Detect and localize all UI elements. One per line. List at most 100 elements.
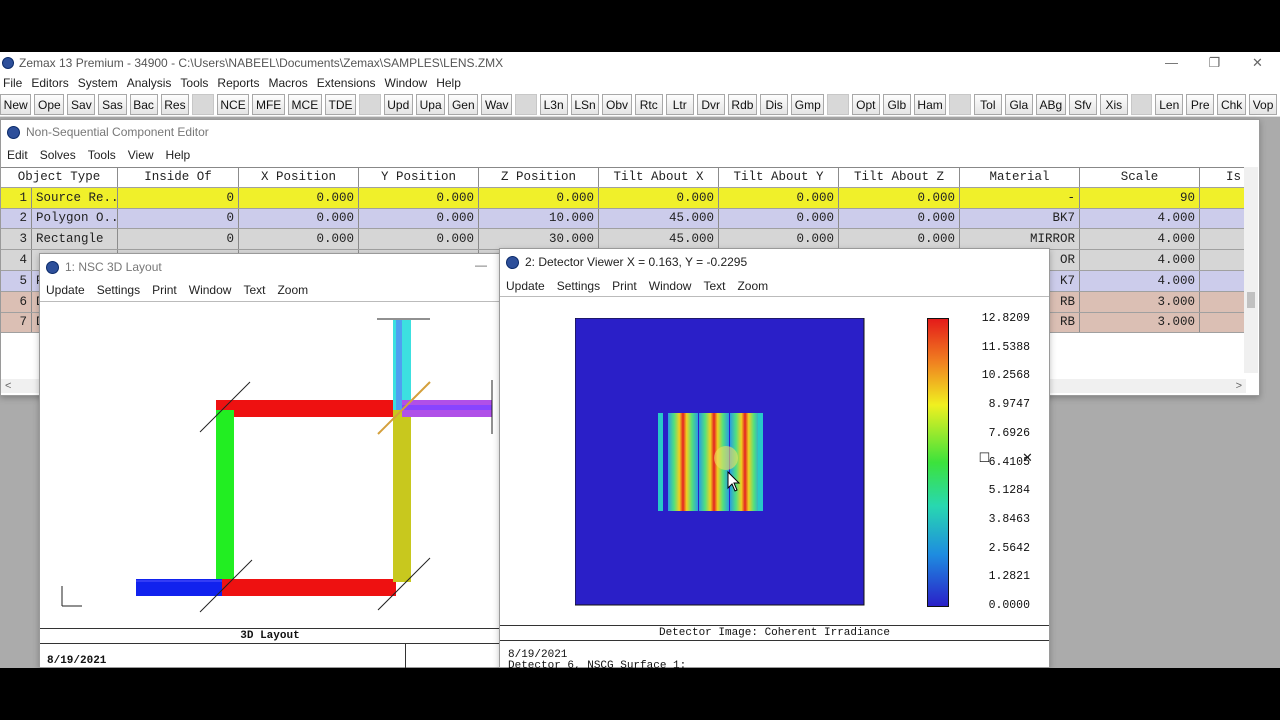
vertical-scrollbar[interactable] bbox=[1244, 167, 1258, 373]
tb-open-button[interactable]: Ope bbox=[34, 94, 65, 115]
restore-button[interactable]: ❐ bbox=[1193, 55, 1236, 71]
z-position-cell[interactable]: 0.000 bbox=[479, 187, 599, 208]
col-header-tilt-y[interactable]: Tilt About Y bbox=[719, 168, 839, 187]
menu-help[interactable]: Help bbox=[433, 76, 467, 90]
tb-new-button[interactable]: New bbox=[0, 94, 32, 115]
z-position-cell[interactable]: 10.000 bbox=[479, 208, 599, 229]
menu-extensions[interactable]: Extensions bbox=[314, 76, 382, 90]
tb-ham-button[interactable]: Ham bbox=[913, 94, 947, 115]
menu-solves[interactable]: Solves bbox=[36, 148, 84, 162]
col-header-tilt-z[interactable]: Tilt About Z bbox=[839, 168, 960, 187]
minimize-button[interactable]: — bbox=[475, 258, 487, 272]
menu-print[interactable]: Print bbox=[148, 283, 185, 297]
tilt-y-cell[interactable]: 0.000 bbox=[719, 187, 839, 208]
is-cell[interactable] bbox=[1200, 250, 1245, 270]
tb-lsn-button[interactable]: LSn bbox=[570, 94, 600, 115]
col-header-material[interactable]: Material bbox=[960, 168, 1080, 187]
scrollbar-thumb[interactable] bbox=[1247, 292, 1255, 308]
tb-upd-button[interactable]: Upd bbox=[383, 94, 413, 115]
scale-cell[interactable]: 3.000 bbox=[1080, 291, 1200, 312]
col-header-tilt-x[interactable]: Tilt About X bbox=[599, 168, 719, 187]
tb-vop-button[interactable]: Vop bbox=[1248, 94, 1278, 115]
menu-update[interactable]: Update bbox=[42, 283, 93, 297]
scroll-right-arrow-icon[interactable]: > bbox=[1236, 380, 1242, 392]
col-header-object-type[interactable]: Object Type bbox=[1, 168, 118, 187]
tb-rdb-button[interactable]: Rdb bbox=[727, 94, 758, 115]
menu-zoom[interactable]: Zoom bbox=[273, 283, 316, 297]
tb-nce-button[interactable]: NCE bbox=[216, 94, 250, 115]
menu-view[interactable]: View bbox=[124, 148, 162, 162]
tb-tde-button[interactable]: TDE bbox=[324, 94, 357, 115]
menu-tools[interactable]: Tools bbox=[177, 76, 214, 90]
menu-text[interactable]: Text bbox=[699, 279, 733, 293]
is-cell[interactable] bbox=[1200, 209, 1245, 229]
tb-gmp-button[interactable]: Gmp bbox=[791, 94, 825, 115]
tb-opt-button[interactable]: Opt bbox=[851, 94, 880, 115]
menu-system[interactable]: System bbox=[75, 76, 124, 90]
row-number-cell[interactable]: 5 bbox=[1, 270, 32, 291]
tb-glb-button[interactable]: Glb bbox=[882, 94, 911, 115]
tb-dis-button[interactable]: Dis bbox=[760, 94, 789, 115]
col-header-is[interactable]: Is bbox=[1200, 168, 1245, 187]
col-header-scale[interactable]: Scale bbox=[1080, 168, 1200, 187]
menu-settings[interactable]: Settings bbox=[553, 279, 608, 293]
row-number-cell[interactable]: 3 bbox=[1, 229, 32, 250]
menu-reports[interactable]: Reports bbox=[214, 76, 265, 90]
y-position-cell[interactable]: 0.000 bbox=[359, 208, 479, 229]
menu-settings[interactable]: Settings bbox=[93, 283, 148, 297]
menu-file[interactable]: File bbox=[0, 76, 28, 90]
table-row[interactable]: 2 Polygon O.. 0 0.000 0.000 10.000 45.000 0.000… bbox=[1, 208, 1246, 230]
close-button[interactable]: ✕ bbox=[1236, 55, 1279, 71]
tb-ltr-button[interactable]: Ltr bbox=[665, 94, 694, 115]
is-cell[interactable] bbox=[1200, 188, 1245, 208]
tb-xis-button[interactable]: Xis bbox=[1099, 94, 1128, 115]
is-cell[interactable] bbox=[1200, 229, 1245, 249]
tb-chk-button[interactable]: Chk bbox=[1217, 94, 1246, 115]
tb-tol-button[interactable]: Tol bbox=[973, 94, 1002, 115]
menu-help[interactable]: Help bbox=[162, 148, 199, 162]
inside-of-cell[interactable]: 0 bbox=[118, 187, 239, 208]
menu-print[interactable]: Print bbox=[608, 279, 645, 293]
tb-wav-button[interactable]: Wav bbox=[481, 94, 513, 115]
menu-editors[interactable]: Editors bbox=[28, 76, 74, 90]
y-position-cell[interactable]: 0.000 bbox=[359, 187, 479, 208]
row-number-cell[interactable]: 4 bbox=[1, 250, 32, 270]
layout-3d-canvas[interactable] bbox=[40, 301, 500, 628]
row-number-cell[interactable]: 7 bbox=[1, 312, 32, 333]
tb-save-button[interactable]: Sav bbox=[67, 94, 96, 115]
x-position-cell[interactable]: 0.000 bbox=[239, 229, 359, 250]
detector-canvas[interactable]: 12.8209 11.5388 10.2568 8.9747 7.6926 6.… bbox=[500, 298, 1049, 625]
menu-text[interactable]: Text bbox=[239, 283, 273, 297]
object-type-cell[interactable]: Rectangle bbox=[32, 229, 118, 250]
scale-cell[interactable]: 90 bbox=[1080, 187, 1200, 208]
menu-macros[interactable]: Macros bbox=[265, 76, 313, 90]
col-header-x-position[interactable]: X Position bbox=[239, 168, 359, 187]
tb-saveas-button[interactable]: Sas bbox=[98, 94, 127, 115]
tb-dvr-button[interactable]: Dvr bbox=[696, 94, 725, 115]
scroll-left-arrow-icon[interactable]: < bbox=[5, 380, 11, 392]
menu-window[interactable]: Window bbox=[645, 279, 700, 293]
scale-cell[interactable]: 3.000 bbox=[1080, 312, 1200, 333]
menu-update[interactable]: Update bbox=[502, 279, 553, 293]
inside-of-cell[interactable]: 0 bbox=[118, 229, 239, 250]
x-position-cell[interactable]: 0.000 bbox=[239, 187, 359, 208]
tilt-x-cell[interactable]: 45.000 bbox=[599, 229, 719, 250]
scale-cell[interactable]: 4.000 bbox=[1080, 208, 1200, 229]
row-number-cell[interactable]: 2 bbox=[1, 208, 32, 229]
tb-obv-button[interactable]: Obv bbox=[602, 94, 632, 115]
col-header-z-position[interactable]: Z Position bbox=[479, 168, 599, 187]
row-number-cell[interactable]: 1 bbox=[1, 187, 32, 208]
tb-mce-button[interactable]: MCE bbox=[287, 94, 322, 115]
col-header-y-position[interactable]: Y Position bbox=[359, 168, 479, 187]
inside-of-cell[interactable]: 0 bbox=[118, 208, 239, 229]
tb-len-button[interactable]: Len bbox=[1155, 94, 1184, 115]
scale-cell[interactable]: 4.000 bbox=[1080, 250, 1200, 270]
z-position-cell[interactable]: 30.000 bbox=[479, 229, 599, 250]
minimize-button[interactable]: — bbox=[1150, 55, 1193, 70]
x-position-cell[interactable]: 0.000 bbox=[239, 208, 359, 229]
y-position-cell[interactable]: 0.000 bbox=[359, 229, 479, 250]
tb-gen-button[interactable]: Gen bbox=[448, 94, 479, 115]
tilt-y-cell[interactable]: 0.000 bbox=[719, 208, 839, 229]
tb-l3n-button[interactable]: L3n bbox=[539, 94, 568, 115]
is-cell[interactable] bbox=[1200, 271, 1245, 291]
